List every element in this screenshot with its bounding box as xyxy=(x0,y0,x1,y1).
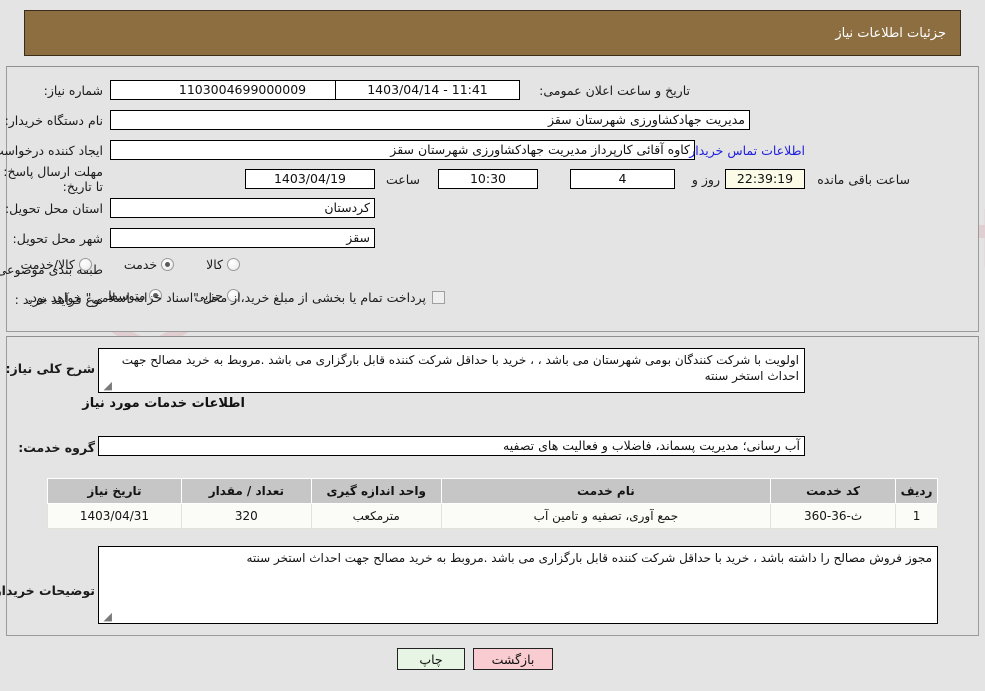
city-label: شهر محل تحویل: xyxy=(12,231,103,246)
table-header-cell-5: تاریخ نیاز xyxy=(47,478,182,504)
category-option-0[interactable]: کالا xyxy=(206,257,240,272)
buyer-contact-link[interactable]: اطلاعات تماس خریدار xyxy=(689,143,805,158)
table-header-cell-1: کد خدمت xyxy=(770,478,897,504)
category-option-2[interactable]: کالا/خدمت xyxy=(20,257,92,272)
back-button[interactable]: بازگشت xyxy=(473,648,553,670)
table-header-cell-0: ردیف xyxy=(895,478,938,504)
service-group-label: گروه خدمت: xyxy=(18,440,95,455)
category-option-label-1: خدمت xyxy=(123,257,158,272)
category-option-1[interactable]: خدمت xyxy=(123,257,175,272)
table-body: 1 ث-36-360 جمع آوری، تصفیه و تامین آب مترمک… xyxy=(47,503,938,529)
deadline-hour-value: 10:30 xyxy=(438,169,538,189)
page-title-bar: جزئیات اطلاعات نیاز xyxy=(24,10,961,56)
days-remaining-value: 4 xyxy=(570,169,675,189)
print-button[interactable]: چاپ xyxy=(397,648,465,670)
buyer-org-value: مدیریت جهادکشاورزی شهرستان سقز xyxy=(110,110,750,130)
table-cell-3: مترمکعب xyxy=(310,503,442,529)
table-cell-4: 320 xyxy=(180,503,312,529)
deadline-date-value: 1403/04/19 xyxy=(245,169,375,189)
page-title: جزئیات اطلاعات نیاز xyxy=(835,25,946,41)
buyer-org-label: نام دستگاه خریدار: xyxy=(4,113,103,128)
treasury-checkbox-row[interactable]: پرداخت تمام یا بخشی از مبلغ خرید،از محل … xyxy=(27,290,445,305)
table-cell-0: 1 xyxy=(895,503,938,529)
page-root: AriaTender .net جزئیات اطلاعات نیاز شمار… xyxy=(0,0,985,691)
service-group-value: آب رسانی؛ مدیریت پسماند، فاضلاب و فعالیت… xyxy=(98,436,805,456)
table-cell-2: جمع آوری، تصفیه و تامین آب xyxy=(440,503,772,529)
table-cell-5: 1403/04/31 xyxy=(47,503,182,529)
table-cell-1: ث-36-360 xyxy=(770,503,897,529)
deadline-hour-label: ساعت xyxy=(385,172,420,187)
countdown-timer: 22:39:19 xyxy=(725,169,805,189)
category-radio-group[interactable]: کالا خدمت کالا/خدمت xyxy=(0,257,240,272)
category-option-label-0: کالا xyxy=(206,257,223,272)
announce-datetime-value: 1403/04/14 - 11:41 xyxy=(335,80,520,100)
treasury-checkbox-label: پرداخت تمام یا بخشی از مبلغ خرید،از محل … xyxy=(27,290,426,305)
buyer-notes-textarea[interactable]: مجوز فروش مصالح را داشته باشد ، خرید با … xyxy=(98,546,938,624)
province-value: کردستان xyxy=(110,198,375,218)
services-section-heading: اطلاعات خدمات مورد نیاز xyxy=(82,396,245,411)
days-label: روز و xyxy=(691,172,720,187)
category-radio-icon-0[interactable] xyxy=(227,258,240,271)
treasury-checkbox[interactable] xyxy=(432,291,445,304)
deadline-label: مهلت ارسال پاسخ: تا تاریخ: xyxy=(3,164,103,194)
table-header-cell-3: واحد اندازه گیری xyxy=(310,478,442,504)
buyer-notes-label: توضیحات خریدار: xyxy=(0,583,95,598)
table-header-row: ردیف کد خدمت نام خدمت واحد اندازه گیری تعداد… xyxy=(47,478,938,504)
countdown-label: ساعت باقی مانده xyxy=(817,172,910,187)
creator-value: کاوه آقائی کارپرداز مدیریت جهادکشاورزی ش… xyxy=(110,140,695,160)
table-header-cell-4: تعداد / مقدار xyxy=(180,478,312,504)
announce-datetime-label: تاریخ و ساعت اعلان عمومی: xyxy=(539,83,690,98)
table-header-cell-2: نام خدمت xyxy=(440,478,772,504)
category-radio-icon-1[interactable] xyxy=(161,258,175,271)
need-description-text: اولویت با شرکت کنندگان بومی شهرستان می ب… xyxy=(121,353,799,383)
creator-label: ایجاد کننده درخواست: xyxy=(0,143,103,158)
services-table: ردیف کد خدمت نام خدمت واحد اندازه گیری تعداد… xyxy=(47,478,938,529)
table-row: 1 ث-36-360 جمع آوری، تصفیه و تامین آب مترمک… xyxy=(47,503,938,529)
category-option-label-2: کالا/خدمت xyxy=(20,257,75,272)
need-description-label: شرح کلی نیاز: xyxy=(5,361,95,376)
buyer-notes-text: مجوز فروش مصالح را داشته باشد ، خرید با … xyxy=(246,551,933,565)
city-value: سقز xyxy=(110,228,375,248)
category-radio-icon-2[interactable] xyxy=(78,258,92,271)
resize-grip-icon[interactable]: ◢ xyxy=(102,611,112,622)
resize-grip-icon[interactable]: ◢ xyxy=(102,380,112,391)
need-number-label: شماره نیاز: xyxy=(43,83,103,98)
need-description-textarea[interactable]: اولویت با شرکت کنندگان بومی شهرستان می ب… xyxy=(98,348,805,393)
province-label: استان محل تحویل: xyxy=(4,201,103,216)
